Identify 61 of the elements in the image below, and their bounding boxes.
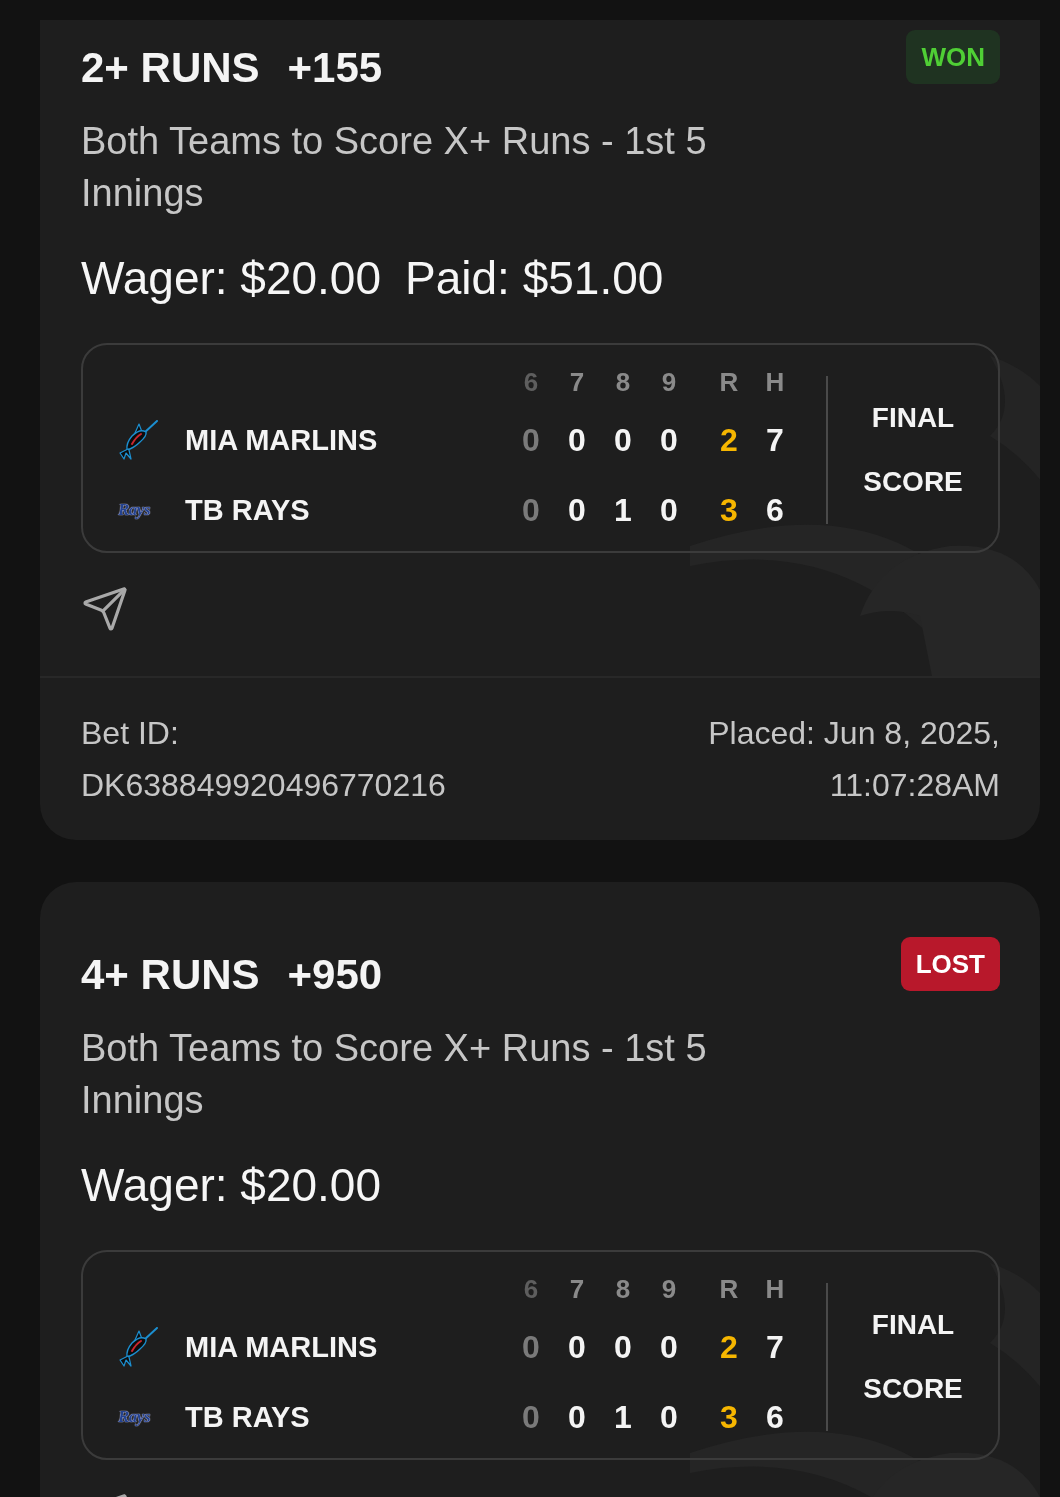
- game-status-text: FINAL SCORE: [862, 401, 964, 499]
- inning-score: 0: [521, 1328, 541, 1367]
- inning-score: 0: [567, 491, 587, 530]
- total-heading: H: [764, 1273, 786, 1306]
- total-heading: H: [764, 366, 786, 399]
- inning-number: 6: [522, 1273, 540, 1306]
- total-score: 7: [765, 1328, 785, 1367]
- wager-amount: Wager: $20.00: [81, 251, 382, 306]
- total-score: 3: [719, 491, 739, 530]
- inning-number: 7: [568, 366, 586, 399]
- inning-score: 0: [659, 1328, 679, 1367]
- total-score: 6: [765, 1398, 785, 1437]
- inning-score: 0: [521, 421, 541, 460]
- inning-score: 0: [521, 491, 541, 530]
- bet-id-text: Bet ID: DK638849920496770216: [81, 714, 447, 805]
- inning-score: 0: [567, 1328, 587, 1367]
- result-badge: LOST: [900, 937, 1000, 991]
- total-score: 2: [719, 421, 739, 460]
- inning-score: 1: [613, 491, 633, 530]
- team-name: MIA MARLINS: [185, 423, 379, 458]
- inning-number: 9: [660, 1273, 678, 1306]
- inning-number: 6: [522, 366, 540, 399]
- odds-text: +155: [287, 43, 383, 93]
- wager-amount: Wager: $20.00: [81, 1158, 382, 1213]
- inning-score: 0: [613, 421, 633, 460]
- result-badge: WON: [906, 30, 1000, 84]
- inning-number: 9: [660, 366, 678, 399]
- logo-wordmark: Rays: [118, 501, 150, 519]
- fish-logo-icon: [118, 1327, 158, 1367]
- share-button[interactable]: [81, 585, 129, 633]
- logo-wordmark: Rays: [118, 1408, 150, 1426]
- placed-time-text: Placed: Jun 8, 2025, 11:07:28AM: [707, 714, 1000, 805]
- inning-score: 0: [659, 1398, 679, 1437]
- inning-score: 0: [521, 1398, 541, 1437]
- bet-selection-title: 2+ RUNS: [81, 43, 260, 93]
- total-score: 2: [719, 1328, 739, 1367]
- total-heading: R: [718, 366, 740, 399]
- paper-plane-icon: [81, 585, 129, 633]
- total-score: 7: [765, 421, 785, 460]
- total-score: 3: [719, 1398, 739, 1437]
- team-name: MIA MARLINS: [185, 1330, 379, 1365]
- inning-score: 0: [567, 1398, 587, 1437]
- inning-score: 0: [659, 491, 679, 530]
- odds-text: +950: [287, 950, 383, 1000]
- inning-score: 0: [659, 421, 679, 460]
- inning-number: 8: [614, 366, 632, 399]
- inning-number: 7: [568, 1273, 586, 1306]
- bet-selection-title: 4+ RUNS: [81, 950, 260, 1000]
- team-name: TB RAYS: [185, 493, 311, 528]
- total-score: 6: [765, 491, 785, 530]
- total-heading: R: [718, 1273, 740, 1306]
- inning-score: 0: [613, 1328, 633, 1367]
- inning-score: 1: [613, 1398, 633, 1437]
- inning-score: 0: [567, 421, 587, 460]
- game-status-text: FINAL SCORE: [862, 1308, 964, 1406]
- payout-amount: Paid: $51.00: [405, 251, 664, 306]
- market-description: Both Teams to Score X+ Runs - 1st 5 Innings: [81, 119, 708, 216]
- fish-logo-icon: [118, 420, 158, 460]
- team-name: TB RAYS: [185, 1400, 311, 1435]
- market-description: Both Teams to Score X+ Runs - 1st 5 Innings: [81, 1026, 708, 1123]
- inning-number: 8: [614, 1273, 632, 1306]
